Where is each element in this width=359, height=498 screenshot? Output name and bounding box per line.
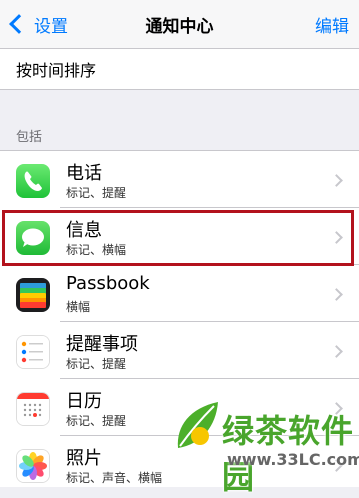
sort-option-row[interactable]: 按时间排序 — [0, 49, 359, 90]
calendar-icon — [16, 392, 50, 426]
app-name: 信息 — [66, 220, 102, 241]
chevron-right-icon — [330, 288, 343, 301]
app-name: Passbook — [66, 273, 150, 294]
list-item-photos[interactable]: 照片 标记、声音、横幅 — [0, 436, 359, 493]
back-button[interactable]: 设置 — [6, 9, 68, 39]
app-alert-style: 横幅 — [66, 300, 91, 314]
chevron-left-icon — [9, 14, 29, 34]
phone-icon — [16, 164, 50, 198]
list-item-passbook[interactable]: Passbook 横幅 — [0, 265, 359, 322]
app-name: 提醒事项 — [66, 334, 138, 355]
app-alert-style: 标记、提醒 — [66, 357, 127, 371]
app-name: 电话 — [66, 163, 102, 184]
app-name: 日历 — [66, 391, 102, 412]
app-alert-style: 标记、提醒 — [66, 414, 127, 428]
photos-icon — [16, 449, 50, 483]
edit-button[interactable]: 编辑 — [315, 12, 349, 37]
sort-option-label: 按时间排序 — [16, 61, 97, 80]
app-alert-style: 标记、提醒 — [66, 186, 127, 200]
list-item-calendar[interactable]: 日历 标记、提醒 — [0, 379, 359, 436]
app-alert-style: 标记、横幅 — [66, 243, 127, 257]
chevron-right-icon — [330, 402, 343, 415]
chevron-right-icon — [330, 459, 343, 472]
passbook-icon — [16, 278, 50, 312]
app-list: 电话 标记、提醒 信息 标记、横幅 Passbook 横幅 提醒事项 标记、提醒… — [0, 150, 359, 487]
list-item-messages[interactable]: 信息 标记、横幅 — [0, 208, 359, 265]
reminders-icon — [16, 335, 50, 369]
app-name: 照片 — [66, 448, 102, 469]
list-item-reminders[interactable]: 提醒事项 标记、提醒 — [0, 322, 359, 379]
navigation-bar: 设置 通知中心 编辑 — [0, 0, 359, 49]
back-button-label: 设置 — [34, 16, 68, 37]
messages-icon — [16, 221, 50, 255]
list-item-phone[interactable]: 电话 标记、提醒 — [0, 151, 359, 208]
app-alert-style: 标记、声音、横幅 — [66, 471, 163, 485]
section-header-include: 包括 — [16, 130, 43, 145]
chevron-right-icon — [330, 345, 343, 358]
chevron-right-icon — [330, 231, 343, 244]
chevron-right-icon — [330, 174, 343, 187]
